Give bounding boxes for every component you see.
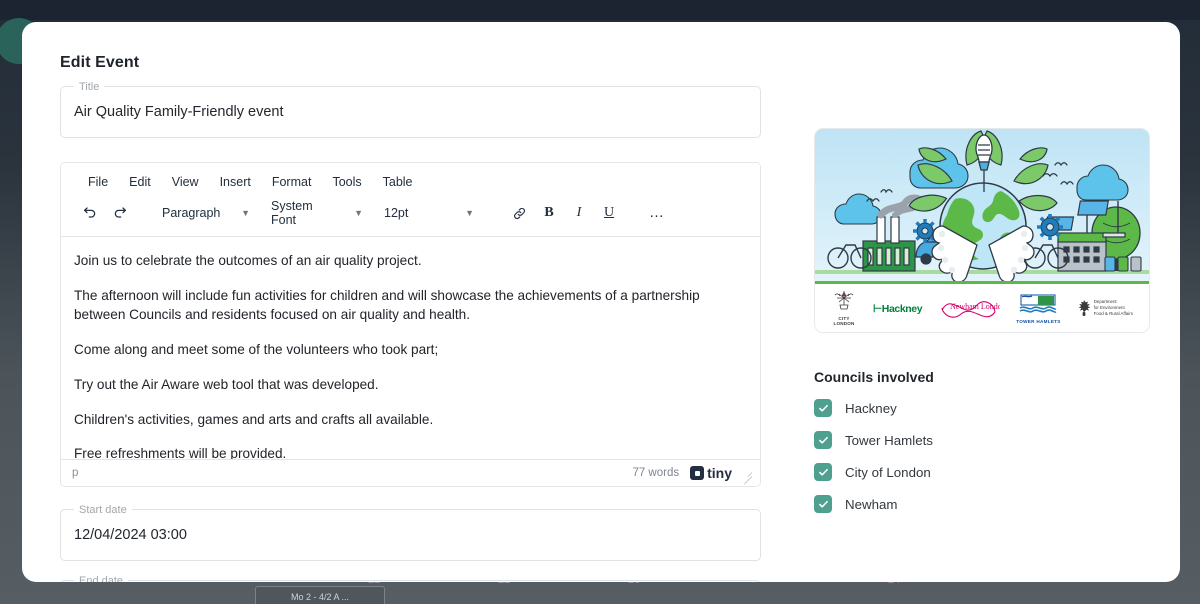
menu-table[interactable]: Table bbox=[374, 172, 422, 192]
editor-paragraph: Come along and meet some of the voluntee… bbox=[74, 340, 740, 360]
title-input[interactable]: Air Quality Family-Friendly event bbox=[74, 104, 284, 120]
royal-crest-icon bbox=[1077, 299, 1091, 317]
council-label: Hackney bbox=[845, 401, 897, 416]
editor-paragraph: The afternoon will include fun activitie… bbox=[74, 286, 740, 325]
council-label: Tower Hamlets bbox=[845, 433, 933, 448]
partner-logo-strip: CITY LONDON ⊢Hackney Newham London bbox=[815, 284, 1149, 332]
backdrop-top-strip bbox=[0, 0, 1200, 20]
form-column: Title Air Quality Family-Friendly event … bbox=[40, 86, 761, 582]
rich-text-editor: File Edit View Insert Format Tools Table bbox=[60, 162, 761, 487]
council-item-newham[interactable]: Newham bbox=[814, 495, 1150, 513]
menu-format[interactable]: Format bbox=[263, 172, 321, 192]
checkbox-checked-icon[interactable] bbox=[814, 431, 832, 449]
newham-london-swirl-icon: Newham London bbox=[938, 293, 1000, 319]
logo-newham-london: Newham London bbox=[938, 293, 1000, 323]
start-date-field[interactable]: Start date 12/04/2024 03:00 bbox=[60, 509, 761, 561]
menu-tools[interactable]: Tools bbox=[323, 172, 370, 192]
editor-menubar: File Edit View Insert Format Tools Table bbox=[61, 163, 760, 197]
editor-toolbar: Paragraph ▼ System Font ▼ 12pt ▼ bbox=[61, 197, 760, 237]
tiny-brand-label: tiny bbox=[707, 465, 732, 481]
tinymce-logo[interactable]: tiny bbox=[690, 465, 732, 481]
redo-icon[interactable] bbox=[105, 199, 135, 227]
tiny-mark-icon bbox=[690, 466, 704, 480]
checkbox-checked-icon[interactable] bbox=[814, 463, 832, 481]
menu-edit[interactable]: Edit bbox=[120, 172, 160, 192]
block-format-select[interactable]: Paragraph ▼ bbox=[153, 199, 256, 227]
menu-file[interactable]: File bbox=[79, 172, 117, 192]
italic-button[interactable]: I bbox=[564, 199, 594, 227]
more-options-icon[interactable]: … bbox=[642, 199, 672, 227]
font-family-select[interactable]: System Font ▼ bbox=[262, 199, 369, 227]
font-family-value: System Font bbox=[271, 199, 340, 227]
link-icon[interactable] bbox=[504, 199, 534, 227]
city-of-london-crest-icon bbox=[831, 289, 857, 313]
font-size-value: 12pt bbox=[384, 206, 408, 220]
preview-column: CITY LONDON ⊢Hackney Newham London bbox=[761, 86, 1150, 582]
council-label: Newham bbox=[845, 497, 897, 512]
editor-status-bar: p 77 words tiny bbox=[61, 459, 760, 486]
menu-view[interactable]: View bbox=[163, 172, 208, 192]
font-size-select[interactable]: 12pt ▼ bbox=[375, 199, 480, 227]
end-date-field[interactable]: End date 12/04/2024 05:00 bbox=[60, 580, 761, 582]
chevron-down-icon: ▼ bbox=[241, 209, 250, 218]
logo-city-of-london: CITY LONDON bbox=[831, 289, 857, 326]
edit-event-modal: Edit Event Title Air Quality Family-Frie… bbox=[22, 22, 1180, 582]
council-item-tower-hamlets[interactable]: Tower Hamlets bbox=[814, 431, 1150, 449]
logo-tower-hamlets: TOWER HAMLETS bbox=[1016, 292, 1060, 325]
councils-heading: Councils involved bbox=[814, 369, 1150, 385]
editor-paragraph: Join us to celebrate the outcomes of an … bbox=[74, 251, 740, 271]
council-label: City of London bbox=[845, 465, 931, 480]
page-title: Edit Event bbox=[60, 54, 1150, 72]
element-path[interactable]: p bbox=[72, 467, 632, 479]
block-format-value: Paragraph bbox=[162, 206, 220, 220]
editor-paragraph: Children's activities, games and arts an… bbox=[74, 410, 740, 430]
checkbox-checked-icon[interactable] bbox=[814, 399, 832, 417]
undo-icon[interactable] bbox=[75, 199, 105, 227]
chevron-down-icon: ▼ bbox=[354, 209, 363, 218]
council-item-hackney[interactable]: Hackney bbox=[814, 399, 1150, 417]
start-date-label: Start date bbox=[74, 503, 132, 517]
tower-hamlets-emblem-icon bbox=[1018, 292, 1058, 316]
title-field-label: Title bbox=[74, 80, 104, 94]
editor-content-area[interactable]: Join us to celebrate the outcomes of an … bbox=[61, 237, 760, 459]
end-date-label: End date bbox=[74, 574, 128, 582]
council-item-city-of-london[interactable]: City of London bbox=[814, 463, 1150, 481]
editor-paragraph: Free refreshments will be provided. bbox=[74, 444, 740, 459]
city-of-london-line2: LONDON bbox=[831, 322, 857, 327]
hackney-wordmark: ⊢Hackney bbox=[873, 303, 922, 315]
event-image-card: CITY LONDON ⊢Hackney Newham London bbox=[814, 128, 1150, 333]
background-event-pill: Mo 2 - 4/2 A ... bbox=[255, 586, 385, 604]
chevron-down-icon: ▼ bbox=[465, 209, 474, 218]
tower-hamlets-wordmark: TOWER HAMLETS bbox=[1016, 320, 1060, 325]
logo-hackney: ⊢Hackney bbox=[873, 300, 922, 316]
underline-button[interactable]: U bbox=[594, 199, 624, 227]
editor-paragraph: Try out the Air Aware web tool that was … bbox=[74, 375, 740, 395]
title-field[interactable]: Title Air Quality Family-Friendly event bbox=[60, 86, 761, 138]
air-quality-illustration bbox=[815, 129, 1149, 284]
menu-insert[interactable]: Insert bbox=[211, 172, 260, 192]
illustration-baseline bbox=[815, 281, 1149, 284]
defra-line3: Food & Rural Affairs bbox=[1094, 311, 1133, 317]
bold-button[interactable]: B bbox=[534, 199, 564, 227]
editor-resize-handle[interactable] bbox=[741, 468, 752, 479]
logo-defra: Department for Environment Food & Rural … bbox=[1077, 299, 1133, 317]
start-date-input[interactable]: 12/04/2024 03:00 bbox=[74, 527, 187, 543]
checkbox-checked-icon[interactable] bbox=[814, 495, 832, 513]
svg-text:Newham London: Newham London bbox=[950, 302, 1000, 311]
eco-illustration-svg bbox=[815, 129, 1149, 284]
date-fields: Start date 12/04/2024 03:00 End date 12/… bbox=[60, 509, 761, 582]
word-count: 77 words bbox=[632, 467, 679, 479]
